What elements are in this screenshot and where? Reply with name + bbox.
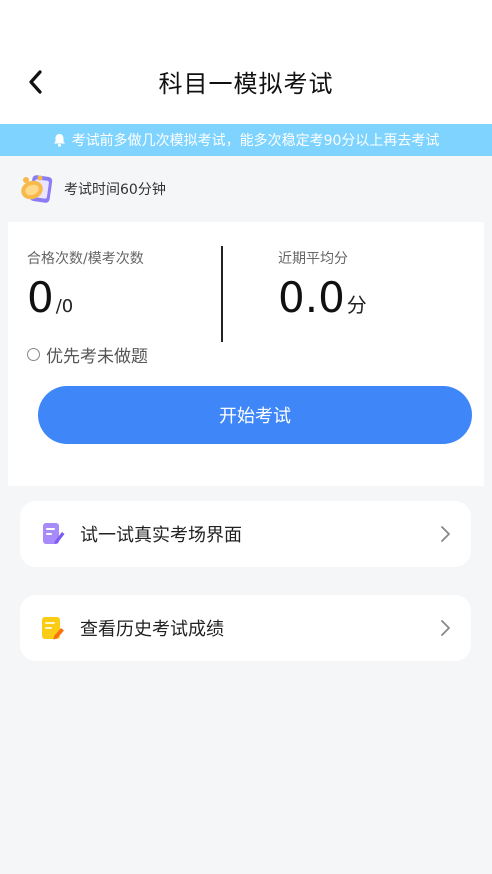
avg-score: 0.0 [278,273,345,322]
start-exam-button[interactable]: 开始考试 [38,386,472,444]
avg-score-value: 0.0 分 [278,274,367,322]
stats-divider [221,246,223,342]
exam-time-text: 考试时间60分钟 [64,182,166,198]
real-exam-ui-item[interactable]: 试一试真实考场界面 [20,501,471,567]
history-notepad-icon [42,617,64,640]
history-scores-label: 查看历史考试成绩 [80,619,224,640]
notice-bar: 考试前多做几次模拟考试，能多次稳定考90分以上再去考试 [0,124,492,156]
notice-text: 考试前多做几次模拟考试，能多次稳定考90分以上再去考试 [71,133,440,149]
pass-count-value: 0 /0 [27,274,73,322]
pass-count-label: 合格次数/模考次数 [27,251,144,267]
history-scores-item[interactable]: 查看历史考试成绩 [20,595,471,661]
chevron-right-icon [441,620,450,636]
real-exam-ui-label: 试一试真实考场界面 [80,525,242,546]
avg-score-label: 近期平均分 [278,251,348,267]
exam-count: /0 [55,296,74,317]
alarm-clock-icon [21,175,53,203]
app-header: 科目一模拟考试 [0,0,492,124]
pass-count: 0 [27,273,54,322]
avg-score-unit: 分 [346,293,367,317]
stats-card: 合格次数/模考次数 0 /0 近期平均分 0.0 分 优先考未做题 开始考试 [8,222,484,486]
priority-unanswered-option[interactable]: 优先考未做题 [27,342,148,367]
exam-pen-icon [43,523,65,544]
chevron-right-icon [441,526,450,542]
radio-button[interactable] [27,348,40,361]
page-title: 科目一模拟考试 [158,70,334,98]
bell-icon [53,133,66,147]
exam-time-row: 考试时间60分钟 [0,156,492,222]
priority-label: 优先考未做题 [46,347,148,367]
